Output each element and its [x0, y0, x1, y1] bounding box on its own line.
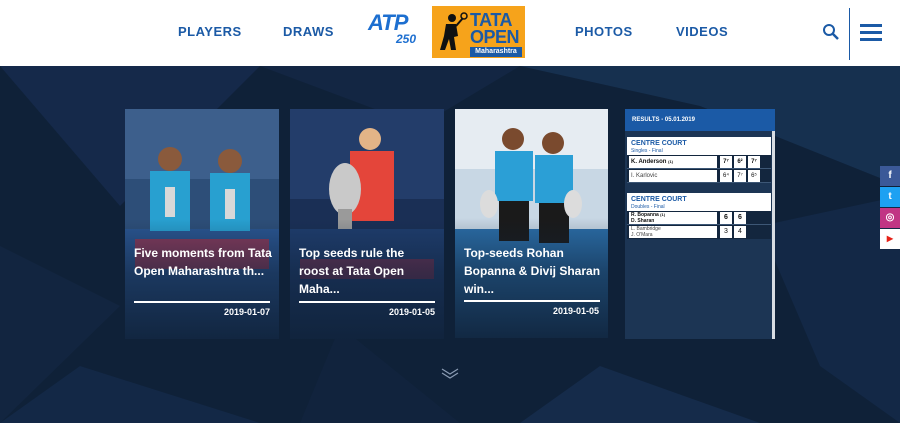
set-score: 6⁵ [748, 170, 760, 182]
player-row: I. Karlovic 6⁴ 7⁷ 6⁵ [627, 169, 771, 183]
twitter-icon[interactable]: t [880, 187, 900, 207]
tennis-player-icon [440, 12, 468, 50]
match-court-header[interactable]: CENTRE COURT Singles - Final [627, 137, 771, 157]
news-card[interactable]: Five moments from Tata Open Maharashtra … [125, 109, 279, 339]
youtube-icon[interactable]: ▶ [880, 229, 900, 249]
team-row: R. Bopanna (1) D. Sharan 6 6 [627, 211, 771, 225]
news-card[interactable]: Top seeds rule the roost at Tata Open Ma… [290, 109, 444, 339]
player-name: I. Karlovic [629, 170, 717, 182]
results-panel: RESULTS - 05.01.2019 CENTRE COURT Single… [625, 109, 775, 339]
atp-logo-number: 250 [396, 32, 417, 46]
news-card-date: 2019-01-05 [552, 306, 599, 316]
atp-250-logo[interactable]: ATP 250 [362, 10, 420, 46]
header-divider [849, 8, 850, 60]
hamburger-menu-icon[interactable] [860, 24, 884, 42]
nav-photos[interactable]: PHOTOS [575, 24, 633, 39]
chevron-down-icon[interactable] [440, 366, 460, 380]
set-score: 3 [720, 226, 732, 238]
nav-videos[interactable]: VIDEOS [676, 24, 728, 39]
tata-open-logo[interactable]: TATA OPEN Maharashtra [432, 6, 525, 58]
nav-draws[interactable]: DRAWS [283, 24, 334, 39]
set-score: 6 [734, 212, 746, 224]
team-names: R. Bopanna (1) D. Sharan [629, 212, 717, 224]
singles-scoreboard: K. Anderson (1) 7⁷ 6² 7⁷ I. Karlovic 6⁴ … [627, 155, 771, 183]
match-round: Singles - Final [631, 148, 663, 154]
results-heading: RESULTS - 05.01.2019 [625, 109, 775, 131]
court-name: CENTRE COURT [631, 196, 687, 203]
set-score: 6⁴ [720, 170, 732, 182]
news-card-title: Top-seeds Rohan Bopanna & Divij Sharan w… [464, 246, 601, 296]
match-round: Doubles - Final [631, 204, 665, 210]
set-score: 7⁷ [748, 156, 760, 168]
team-names: L. Bambridge J. O'Mara [629, 226, 717, 238]
logo-line-maharashtra: Maharashtra [470, 47, 522, 57]
facebook-icon[interactable]: f [880, 166, 900, 186]
set-score: 7⁷ [720, 156, 732, 168]
news-card-rule [134, 301, 270, 303]
court-name: CENTRE COURT [631, 140, 687, 147]
news-card-rule [464, 300, 600, 302]
results-scrollbar[interactable] [772, 131, 775, 339]
set-score: 4 [734, 226, 746, 238]
site-header: PLAYERS DRAWS ATP 250 TATA OPEN Maharash… [0, 0, 900, 66]
news-card-rule [299, 301, 435, 303]
news-card-date: 2019-01-07 [223, 307, 270, 317]
news-card-date: 2019-01-05 [388, 307, 435, 317]
instagram-icon[interactable]: ◎ [880, 208, 900, 228]
doubles-scoreboard: R. Bopanna (1) D. Sharan 6 6 L. Bambridg… [627, 211, 771, 239]
news-card-title: Five moments from Tata Open Maharashtra … [134, 246, 272, 278]
player-name: K. Anderson (1) [629, 156, 717, 168]
set-score: 7⁷ [734, 170, 746, 182]
set-score: 6 [720, 212, 732, 224]
player-row: K. Anderson (1) 7⁷ 6² 7⁷ [627, 155, 771, 169]
search-icon[interactable] [822, 23, 840, 41]
team-row: L. Bambridge J. O'Mara 3 4 [627, 225, 771, 239]
nav-players[interactable]: PLAYERS [178, 24, 242, 39]
set-score: 6² [734, 156, 746, 168]
news-card-title: Top seeds rule the roost at Tata Open Ma… [299, 246, 405, 296]
news-card[interactable]: Top-seeds Rohan Bopanna & Divij Sharan w… [455, 109, 608, 338]
logo-line-open: OPEN [470, 27, 520, 47]
match-court-header[interactable]: CENTRE COURT Doubles - Final [627, 193, 771, 213]
